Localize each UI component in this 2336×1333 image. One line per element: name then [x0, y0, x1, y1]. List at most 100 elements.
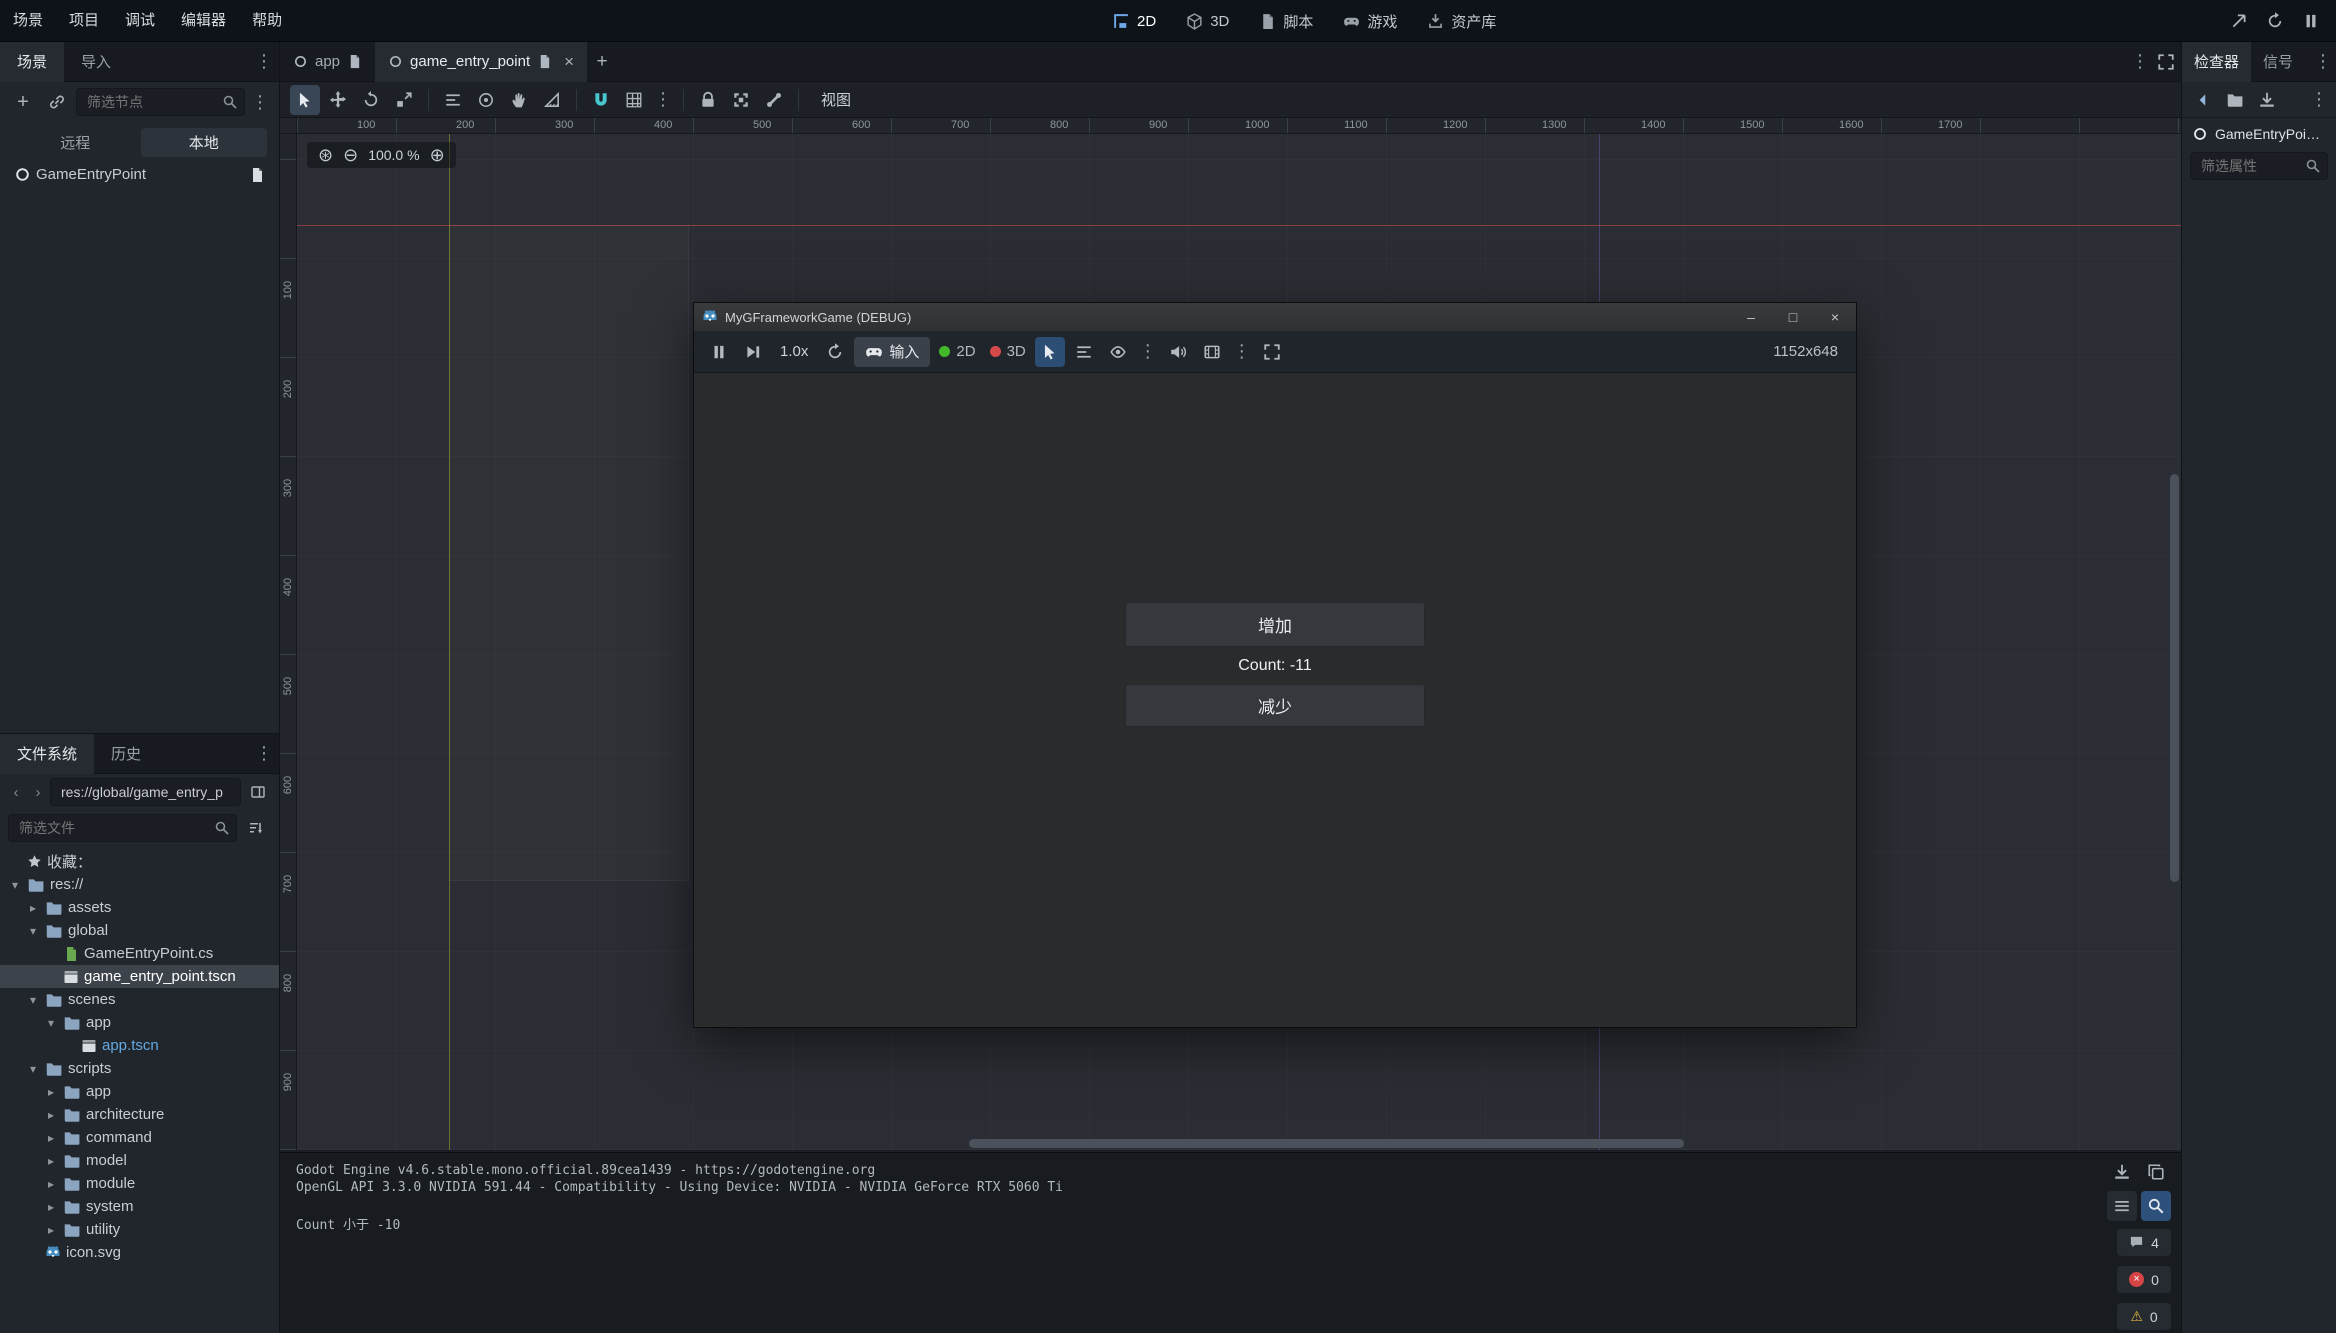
fs-sort-icon[interactable]: [241, 813, 271, 843]
scene-dock-menu-icon[interactable]: ⋮: [253, 51, 275, 72]
restart-button[interactable]: [2260, 6, 2290, 36]
distraction-free-icon[interactable]: [2151, 47, 2181, 77]
expand-arrow[interactable]: ▸: [44, 1223, 58, 1237]
ruler-tool[interactable]: [537, 85, 567, 115]
fs-item-system[interactable]: ▸system: [0, 1195, 279, 1218]
open-script-icon[interactable]: [537, 54, 552, 69]
horizontal-scrollbar[interactable]: [297, 1139, 2167, 1148]
fs-item-res-root[interactable]: ▾res://: [0, 873, 279, 896]
grid-snap-toggle[interactable]: [619, 85, 649, 115]
menu-scene[interactable]: 场景: [0, 0, 56, 41]
tab-inspector[interactable]: 检查器: [2182, 42, 2251, 82]
fs-item-scripts-app[interactable]: ▸app: [0, 1080, 279, 1103]
expand-arrow[interactable]: ▾: [8, 878, 22, 892]
local-tab[interactable]: 本地: [141, 128, 268, 157]
warnings-badge[interactable]: ⚠0: [2117, 1303, 2171, 1330]
decrease-button[interactable]: 减少: [1125, 684, 1425, 727]
inspector-menu-icon[interactable]: ⋮: [2312, 51, 2334, 72]
fs-item-architecture[interactable]: ▸architecture: [0, 1103, 279, 1126]
fs-favorites[interactable]: 收藏：: [0, 850, 279, 873]
rotate-tool[interactable]: [356, 85, 386, 115]
increase-button[interactable]: 增加: [1125, 602, 1425, 647]
output-search-button[interactable]: [2141, 1191, 2171, 1221]
speed-label[interactable]: 1.0x: [772, 343, 816, 360]
tab-history[interactable]: 历史: [94, 734, 158, 774]
scrollbar-thumb[interactable]: [969, 1139, 1684, 1148]
workspace-assetlib[interactable]: 资产库: [1414, 6, 1509, 36]
expand-arrow[interactable]: ▸: [44, 1108, 58, 1122]
save-resource-button[interactable]: [2252, 85, 2282, 115]
load-resource-button[interactable]: [2220, 85, 2250, 115]
zoom-out-button[interactable]: ⊖: [343, 146, 358, 164]
scale-tool[interactable]: [389, 85, 419, 115]
expand-arrow[interactable]: ▸: [44, 1177, 58, 1191]
scene-node-gameentrypoint[interactable]: GameEntryPoint: [0, 163, 279, 186]
output-copy-button[interactable]: [2141, 1157, 2171, 1187]
select-options-icon[interactable]: ⋮: [1137, 341, 1159, 362]
menu-editor[interactable]: 编辑器: [168, 0, 239, 41]
menu-help[interactable]: 帮助: [239, 0, 295, 41]
history-back-button[interactable]: [2188, 85, 2218, 115]
errors-badge[interactable]: ×0: [2117, 1266, 2171, 1293]
output-filter-button[interactable]: [2107, 1191, 2137, 1221]
list-select-tool[interactable]: [438, 85, 468, 115]
skeleton-button[interactable]: [759, 85, 789, 115]
expand-arrow[interactable]: ▸: [26, 901, 40, 915]
play-button[interactable]: [2224, 6, 2254, 36]
list-select-button[interactable]: [1069, 337, 1099, 367]
resource-options-icon[interactable]: ⋮: [2308, 89, 2330, 110]
scene-tree-menu-icon[interactable]: ⋮: [249, 92, 271, 113]
fs-item-command[interactable]: ▸command: [0, 1126, 279, 1149]
tab-signals[interactable]: 信号: [2251, 42, 2305, 82]
zoom-level[interactable]: 100.0 %: [368, 147, 419, 163]
scene-tab-app[interactable]: app: [280, 42, 375, 82]
expand-arrow[interactable]: ▸: [44, 1085, 58, 1099]
expand-arrow[interactable]: ▾: [26, 993, 40, 1007]
fs-item-module[interactable]: ▸module: [0, 1172, 279, 1195]
expand-arrow[interactable]: ▸: [44, 1200, 58, 1214]
camera-3d-button[interactable]: 3D: [985, 337, 1031, 367]
lock-button[interactable]: [693, 85, 723, 115]
remote-tab[interactable]: 远程: [12, 128, 139, 157]
embed-fullscreen-button[interactable]: [1257, 337, 1287, 367]
move-tool[interactable]: [323, 85, 353, 115]
expand-arrow[interactable]: ▾: [44, 1016, 58, 1030]
workspace-3d[interactable]: 3D: [1173, 6, 1242, 36]
input-mode-button[interactable]: 输入: [854, 337, 930, 367]
fs-item-scenes-app[interactable]: ▾app: [0, 1011, 279, 1034]
tab-scene[interactable]: 场景: [0, 42, 64, 82]
fs-item-gameentrypoint-cs[interactable]: GameEntryPoint.cs: [0, 942, 279, 965]
close-button[interactable]: ×: [1814, 303, 1856, 331]
debug-messages-badge[interactable]: 4: [2117, 1229, 2171, 1256]
fs-dock-menu-icon[interactable]: ⋮: [253, 743, 275, 764]
filter-files-input[interactable]: [8, 814, 237, 842]
tab-import[interactable]: 导入: [64, 42, 128, 82]
menu-project[interactable]: 项目: [56, 0, 112, 41]
workspace-game[interactable]: 游戏: [1330, 6, 1410, 36]
game-window-titlebar[interactable]: MyGFrameworkGame (DEBUG) – □ ×: [694, 303, 1856, 331]
viewport-2d[interactable]: ⊛ ⊖ 100.0 % ⊕ MyGFrameworkGame (DEBUG) –…: [297, 134, 2181, 1150]
audio-mute-button[interactable]: [1163, 337, 1193, 367]
fs-item-scripts[interactable]: ▾scripts: [0, 1057, 279, 1080]
workspace-script[interactable]: 脚本: [1246, 6, 1326, 36]
pan-tool[interactable]: [504, 85, 534, 115]
fs-item-global[interactable]: ▾global: [0, 919, 279, 942]
fs-item-scenes[interactable]: ▾scenes: [0, 988, 279, 1011]
suspend-button[interactable]: [704, 337, 734, 367]
visibility-button[interactable]: [1103, 337, 1133, 367]
view-menu[interactable]: 视图: [808, 85, 864, 115]
camera-2d-button[interactable]: 2D: [934, 337, 980, 367]
fs-item-icon-svg[interactable]: icon.svg: [0, 1241, 279, 1264]
pause-button[interactable]: [2296, 6, 2326, 36]
expand-arrow[interactable]: ▾: [26, 1062, 40, 1076]
minimize-button[interactable]: –: [1730, 303, 1772, 331]
select-tool[interactable]: [290, 85, 320, 115]
attached-script-icon[interactable]: [249, 167, 265, 183]
fs-item-utility[interactable]: ▸utility: [0, 1218, 279, 1241]
snap-options-icon[interactable]: ⋮: [652, 89, 674, 110]
fs-back-button[interactable]: ‹: [6, 777, 26, 807]
expand-arrow[interactable]: ▸: [44, 1131, 58, 1145]
workspace-2d[interactable]: 2D: [1100, 6, 1169, 36]
pivot-tool[interactable]: [471, 85, 501, 115]
expand-arrow[interactable]: ▸: [44, 1154, 58, 1168]
